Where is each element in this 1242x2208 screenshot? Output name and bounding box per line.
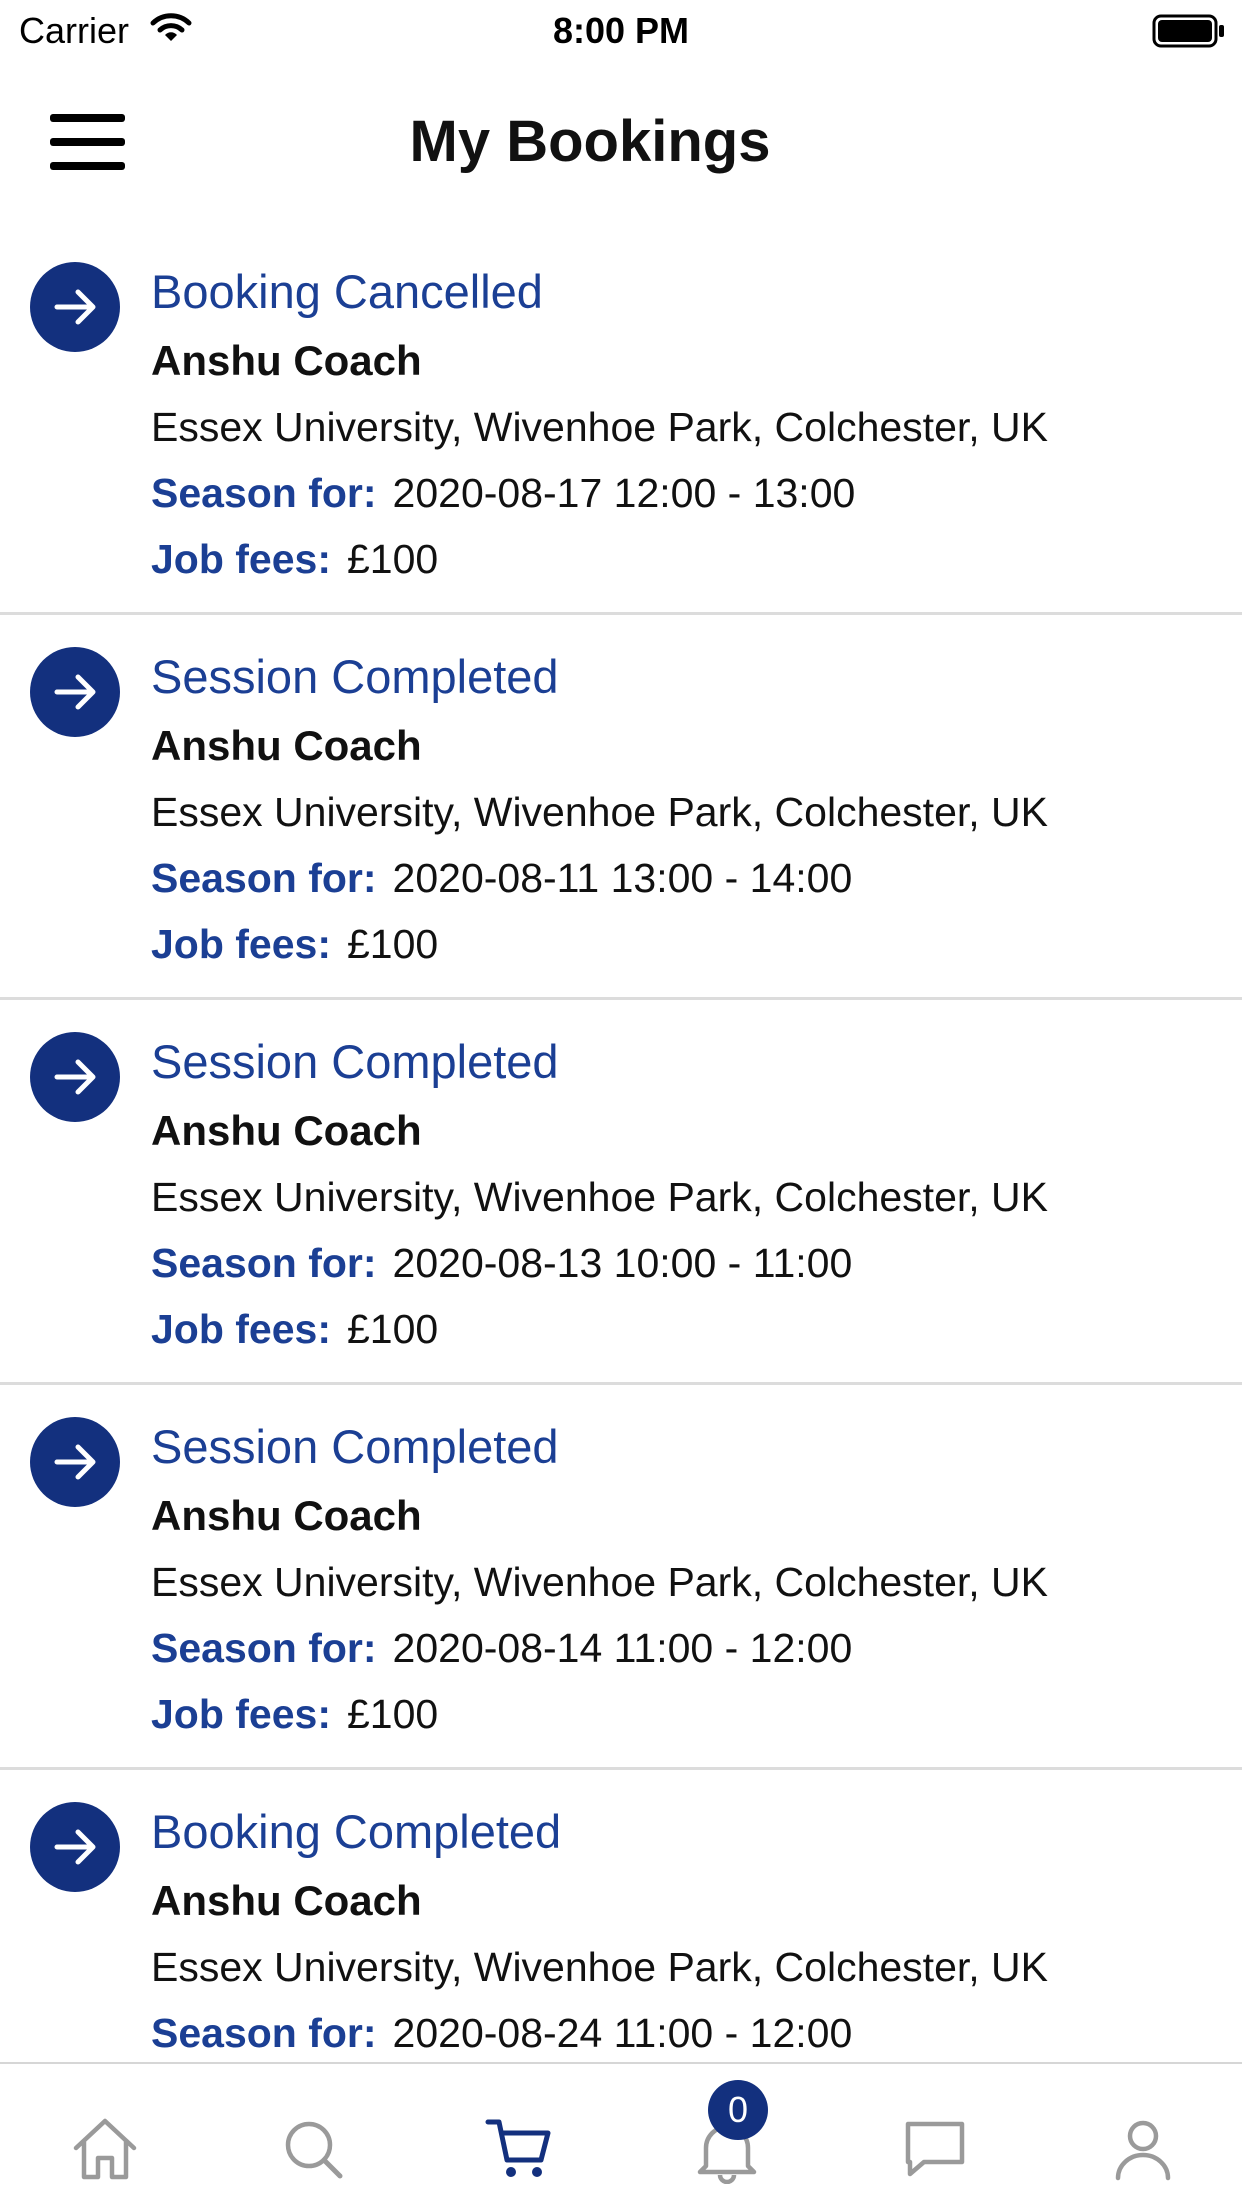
profile-icon[interactable] [1108,2114,1178,2184]
season-row: Season for: 2020-08-14 11:00 - 12:00 [151,1615,1242,1681]
season-label: Season for: [151,855,377,901]
season-value: 2020-08-14 11:00 - 12:00 [392,1625,853,1671]
booking-item[interactable]: Booking Cancelled Anshu Coach Essex Univ… [0,230,1242,615]
booking-status: Session Completed [151,1035,559,1088]
booking-item[interactable]: Session Completed Anshu Coach Essex Univ… [0,1000,1242,1385]
status-bar: Carrier 8:00 PM [0,0,1242,62]
coach-name: Anshu Coach [151,722,422,769]
coach-name: Anshu Coach [151,1107,422,1154]
booking-address: Essex University, Wivenhoe Park, Colches… [151,404,1048,450]
fees-row: Job fees: £100 [151,1296,1242,1362]
season-row: Season for: 2020-08-13 10:00 - 11:00 [151,1230,1242,1296]
booking-item[interactable]: Session Completed Anshu Coach Essex Univ… [0,615,1242,1000]
fees-row: Job fees: £100 [151,526,1242,592]
booking-address: Essex University, Wivenhoe Park, Colches… [151,1944,1048,1990]
arrow-right-icon[interactable] [30,1032,120,1122]
bookings-list[interactable]: Booking Cancelled Anshu Coach Essex Univ… [0,230,1242,2062]
coach-name: Anshu Coach [151,1492,422,1539]
fees-value: £100 [347,1691,439,1737]
search-icon[interactable] [278,2114,348,2184]
season-label: Season for: [151,1240,377,1286]
booking-address: Essex University, Wivenhoe Park, Colches… [151,789,1048,835]
arrow-right-icon[interactable] [30,1417,120,1507]
season-value: 2020-08-13 10:00 - 11:00 [392,1240,853,1286]
status-time: 8:00 PM [552,10,690,51]
booking-address: Essex University, Wivenhoe Park, Colches… [151,1559,1048,1605]
fees-value: £100 [347,536,439,582]
fees-row: Job fees: £100 [151,1681,1242,1747]
fees-label: Job fees: [151,1691,331,1737]
coach-name: Anshu Coach [151,337,422,384]
booking-status: Session Completed [151,650,559,703]
season-row: Season for: 2020-08-17 12:00 - 13:00 [151,460,1242,526]
screen: Carrier 8:00 PM My Bookings Booking Canc… [0,0,1242,2208]
season-label: Season for: [151,470,377,516]
fees-row: Job fees: £100 [151,911,1242,977]
coach-name: Anshu Coach [151,1877,422,1924]
arrow-right-icon[interactable] [30,1802,120,1892]
home-icon[interactable] [70,2114,140,2184]
chat-icon[interactable] [900,2114,970,2184]
cart-icon[interactable] [485,2114,555,2184]
season-label: Season for: [151,2010,377,2056]
arrow-right-icon[interactable] [30,647,120,737]
season-label: Season for: [151,1625,377,1671]
booking-item[interactable]: Booking Completed Anshu Coach Essex Univ… [0,1770,1242,2062]
season-value: 2020-08-24 11:00 - 12:00 [392,2010,853,2056]
fees-value: £100 [347,1306,439,1352]
booking-status: Session Completed [151,1420,559,1473]
booking-item[interactable]: Session Completed Anshu Coach Essex Univ… [0,1385,1242,1770]
battery-icon [1152,14,1226,53]
season-value: 2020-08-17 12:00 - 13:00 [392,470,856,516]
notification-badge: 0 [708,2080,768,2140]
navigation-bar: My Bookings [0,62,1242,230]
season-value: 2020-08-11 13:00 - 14:00 [392,855,853,901]
booking-status: Booking Cancelled [151,265,543,318]
season-row: Season for: 2020-08-24 11:00 - 12:00 [151,2000,1242,2062]
booking-address: Essex University, Wivenhoe Park, Colches… [151,1174,1048,1220]
fees-label: Job fees: [151,536,331,582]
season-row: Season for: 2020-08-11 13:00 - 14:00 [151,845,1242,911]
arrow-right-icon[interactable] [30,262,120,352]
fees-label: Job fees: [151,921,331,967]
tab-bar: 0 [0,2062,1242,2208]
booking-status: Booking Completed [151,1805,562,1858]
page-title: My Bookings [409,109,771,174]
fees-label: Job fees: [151,1306,331,1352]
fees-value: £100 [347,921,439,967]
